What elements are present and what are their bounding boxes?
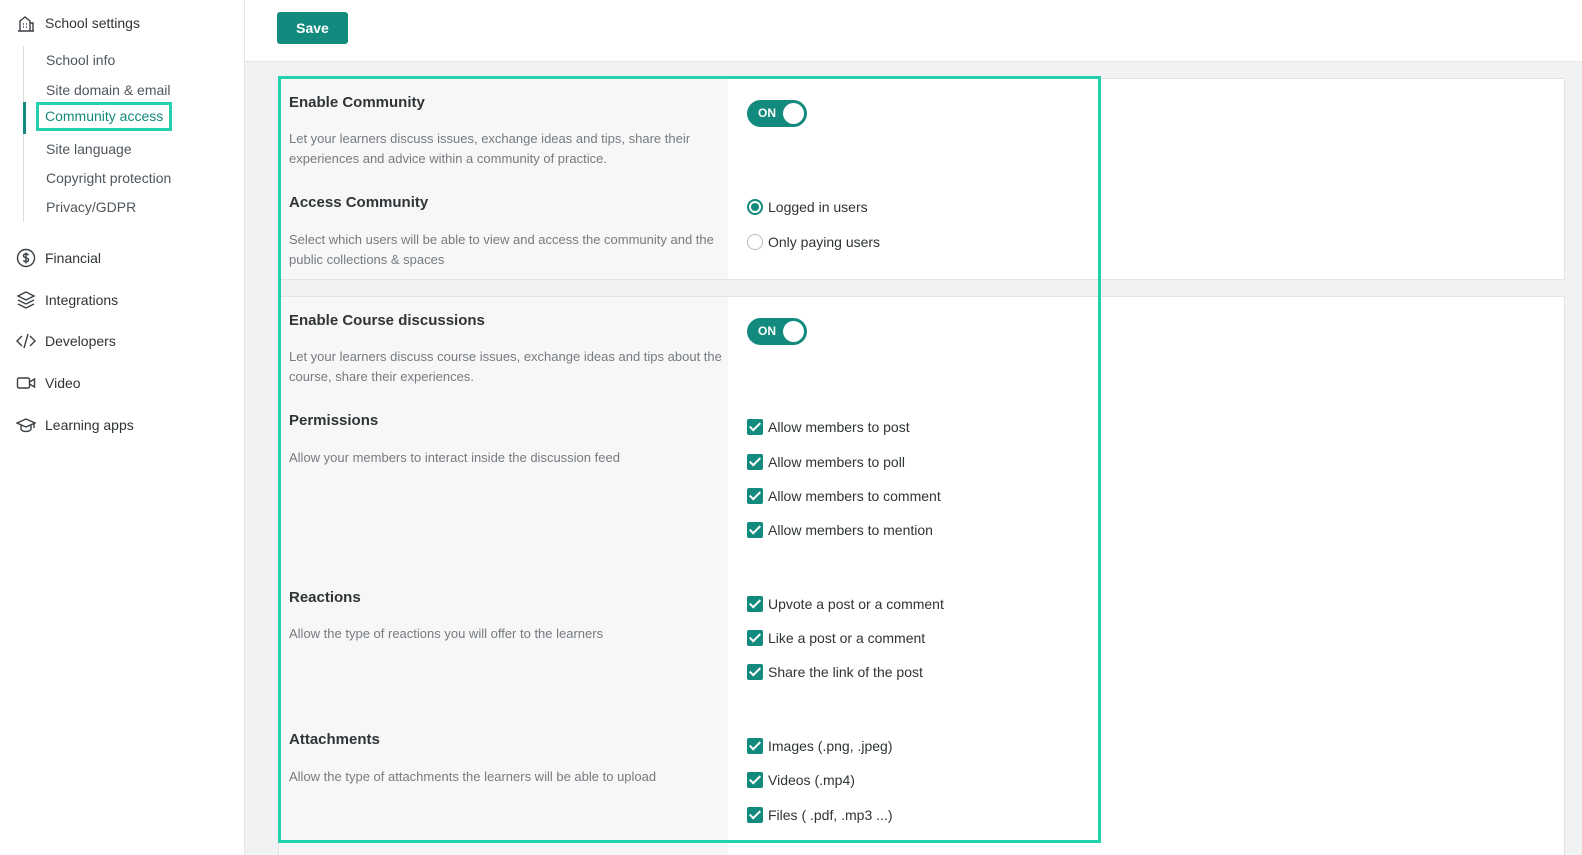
checkbox-label: Upvote a post or a comment bbox=[768, 596, 944, 612]
radio-label: Logged in users bbox=[768, 199, 868, 215]
sidebar: School settings School info Site domain … bbox=[0, 0, 245, 855]
checkbox-files[interactable]: Files ( .pdf, .mp3 ...) bbox=[747, 807, 892, 823]
sidebar-item-learning-apps[interactable]: Learning apps bbox=[15, 414, 134, 436]
checkbox-label: Allow members to comment bbox=[768, 488, 941, 504]
toggle-knob bbox=[783, 103, 804, 124]
checkbox-share-link[interactable]: Share the link of the post bbox=[747, 664, 923, 680]
checkbox-checked[interactable] bbox=[747, 664, 763, 680]
toggle-knob bbox=[783, 321, 804, 342]
sidebar-item-label: Learning apps bbox=[45, 417, 134, 433]
subnav-item-copyright-protection[interactable]: Copyright protection bbox=[46, 170, 171, 186]
toggle-state-label: ON bbox=[758, 324, 776, 338]
top-toolbar: Save bbox=[245, 0, 1582, 62]
school-settings-subnav: School info Site domain & email Communit… bbox=[23, 46, 223, 222]
checkbox-label: Allow members to post bbox=[768, 419, 910, 435]
video-camera-icon bbox=[15, 372, 37, 394]
enable-community-toggle[interactable]: ON bbox=[747, 100, 807, 127]
checkbox-checked[interactable] bbox=[747, 630, 763, 646]
checkbox-checked[interactable] bbox=[747, 738, 763, 754]
building-icon bbox=[15, 12, 37, 34]
checkbox-upvote[interactable]: Upvote a post or a comment bbox=[747, 596, 944, 612]
reactions-title: Reactions bbox=[289, 589, 361, 606]
checkbox-checked[interactable] bbox=[747, 488, 763, 504]
checkbox-checked[interactable] bbox=[747, 772, 763, 788]
checkbox-allow-poll[interactable]: Allow members to poll bbox=[747, 454, 905, 470]
checkbox-label: Allow members to mention bbox=[768, 522, 933, 538]
sidebar-item-school-settings[interactable]: School settings bbox=[15, 12, 140, 34]
subnav-item-site-domain-email[interactable]: Site domain & email bbox=[46, 82, 171, 98]
checkbox-checked[interactable] bbox=[747, 596, 763, 612]
subnav-item-school-info[interactable]: School info bbox=[46, 52, 115, 68]
sidebar-item-label: Developers bbox=[45, 333, 116, 349]
enable-community-description: Let your learners discuss issues, exchan… bbox=[289, 131, 691, 166]
course-discussions-card: Enable Course discussions Let your learn… bbox=[278, 296, 1565, 855]
enable-course-discussions-description: Let your learners discuss course issues,… bbox=[289, 349, 722, 384]
checkbox-label: Allow members to poll bbox=[768, 454, 905, 470]
enable-course-discussions-title: Enable Course discussions bbox=[289, 312, 485, 329]
sidebar-item-integrations[interactable]: Integrations bbox=[15, 289, 118, 311]
checkbox-images[interactable]: Images (.png, .jpeg) bbox=[747, 738, 893, 754]
sidebar-item-label: School settings bbox=[45, 15, 140, 31]
attachments-description: Allow the type of attachments the learne… bbox=[289, 769, 657, 784]
code-icon bbox=[15, 330, 37, 352]
radio-only-paying-users[interactable]: Only paying users bbox=[747, 234, 880, 250]
sidebar-item-financial[interactable]: Financial bbox=[15, 247, 101, 269]
radio-logged-in-users[interactable]: Logged in users bbox=[747, 199, 868, 215]
checkbox-checked[interactable] bbox=[747, 807, 763, 823]
subnav-item-site-language[interactable]: Site language bbox=[46, 141, 132, 157]
checkbox-allow-comment[interactable]: Allow members to comment bbox=[747, 488, 941, 504]
dollar-circle-icon bbox=[15, 247, 37, 269]
radio-button-checked[interactable] bbox=[747, 199, 763, 215]
sidebar-item-video[interactable]: Video bbox=[15, 372, 81, 394]
sidebar-item-developers[interactable]: Developers bbox=[15, 330, 116, 352]
checkbox-videos[interactable]: Videos (.mp4) bbox=[747, 772, 855, 788]
subnav-item-privacy-gdpr[interactable]: Privacy/GDPR bbox=[46, 199, 136, 215]
permissions-description: Allow your members to interact inside th… bbox=[289, 450, 620, 465]
subnav-item-community-access[interactable]: Community access bbox=[36, 102, 173, 131]
save-button[interactable]: Save bbox=[277, 12, 348, 44]
settings-main: Enable Community Let your learners discu… bbox=[245, 62, 1582, 855]
sidebar-item-label: Video bbox=[45, 375, 81, 391]
attachments-title: Attachments bbox=[289, 731, 380, 748]
checkbox-allow-post[interactable]: Allow members to post bbox=[747, 419, 910, 435]
checkbox-checked[interactable] bbox=[747, 419, 763, 435]
access-community-description: Select which users will be able to view … bbox=[289, 232, 714, 267]
checkbox-label: Share the link of the post bbox=[768, 664, 923, 680]
permissions-title: Permissions bbox=[289, 412, 379, 429]
checkbox-label: Videos (.mp4) bbox=[768, 772, 855, 788]
radio-label: Only paying users bbox=[768, 234, 881, 250]
checkbox-checked[interactable] bbox=[747, 454, 763, 470]
toggle-state-label: ON bbox=[758, 106, 776, 120]
graduation-cap-icon bbox=[15, 414, 37, 436]
checkbox-label: Images (.png, .jpeg) bbox=[768, 738, 893, 754]
layers-icon bbox=[15, 289, 37, 311]
checkbox-allow-mention[interactable]: Allow members to mention bbox=[747, 522, 933, 538]
enable-community-title: Enable Community bbox=[289, 94, 425, 111]
checkbox-like[interactable]: Like a post or a comment bbox=[747, 630, 925, 646]
sidebar-item-label: Integrations bbox=[45, 292, 119, 308]
reactions-description: Allow the type of reactions you will off… bbox=[289, 626, 604, 641]
checkbox-label: Like a post or a comment bbox=[768, 630, 926, 646]
sidebar-item-label: Financial bbox=[45, 250, 102, 266]
access-community-title: Access Community bbox=[289, 194, 429, 211]
enable-course-discussions-toggle[interactable]: ON bbox=[747, 318, 807, 345]
checkbox-checked[interactable] bbox=[747, 522, 763, 538]
community-card: Enable Community Let your learners discu… bbox=[278, 78, 1565, 280]
checkbox-label: Files ( .pdf, .mp3 ...) bbox=[768, 807, 893, 823]
active-indicator bbox=[23, 102, 26, 134]
radio-button-unchecked[interactable] bbox=[747, 234, 763, 250]
